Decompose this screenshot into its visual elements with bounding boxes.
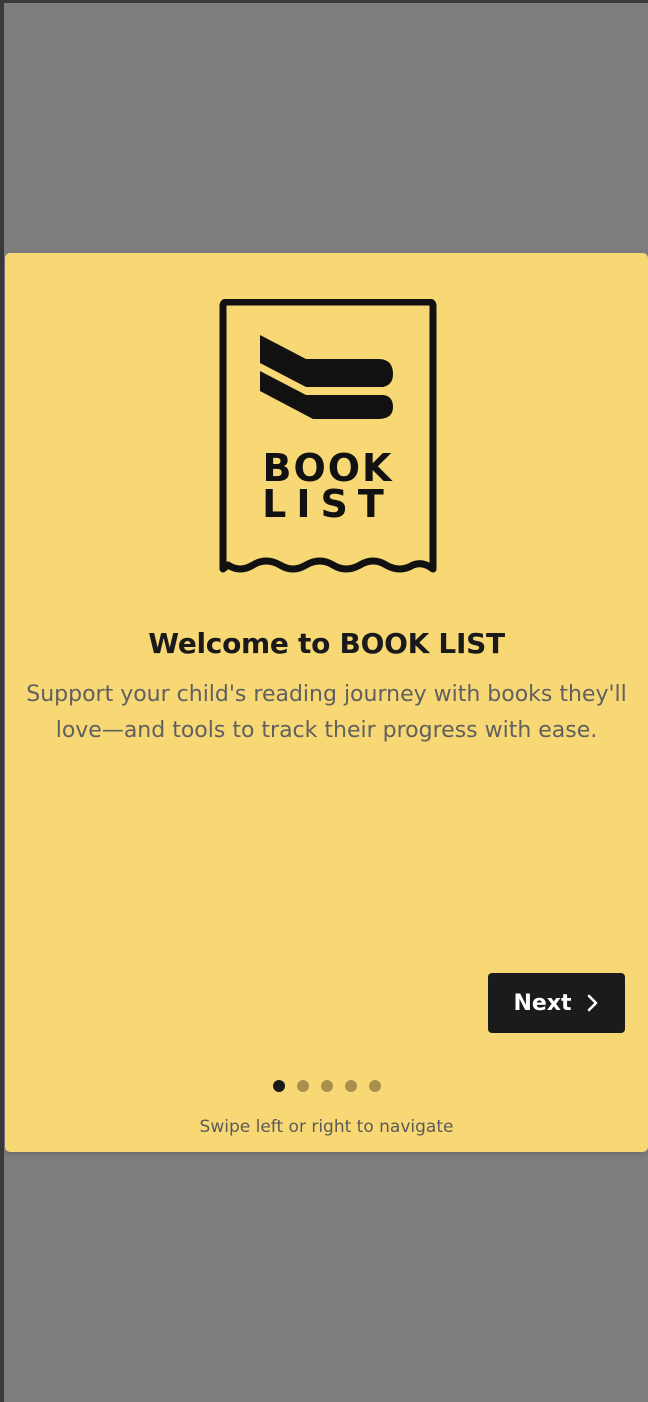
page-dot-2[interactable] (296, 1080, 309, 1092)
page-indicator (5, 1080, 648, 1092)
window-left-border (0, 0, 4, 1402)
page-dot-3[interactable] (320, 1080, 333, 1092)
welcome-title: Welcome to BOOK LIST (148, 627, 505, 660)
page-dot-4[interactable] (344, 1080, 357, 1092)
chevron-right-icon (587, 994, 597, 1012)
welcome-subtitle: Support your child's reading journey wit… (26, 682, 627, 743)
page-dot-5[interactable] (368, 1080, 381, 1092)
onboarding-modal: BOOK LIST Welcome to BOOK LIST Support y… (5, 253, 648, 1152)
next-button-label: Next (513, 990, 572, 1016)
window-top-border (0, 0, 648, 3)
next-button[interactable]: Next (488, 973, 625, 1033)
logo-text-line2: LIST (262, 482, 394, 526)
book-list-logo-icon: BOOK LIST (219, 299, 437, 573)
swipe-hint: Swipe left or right to navigate (199, 1117, 454, 1137)
page-dot-1[interactable] (272, 1080, 285, 1092)
